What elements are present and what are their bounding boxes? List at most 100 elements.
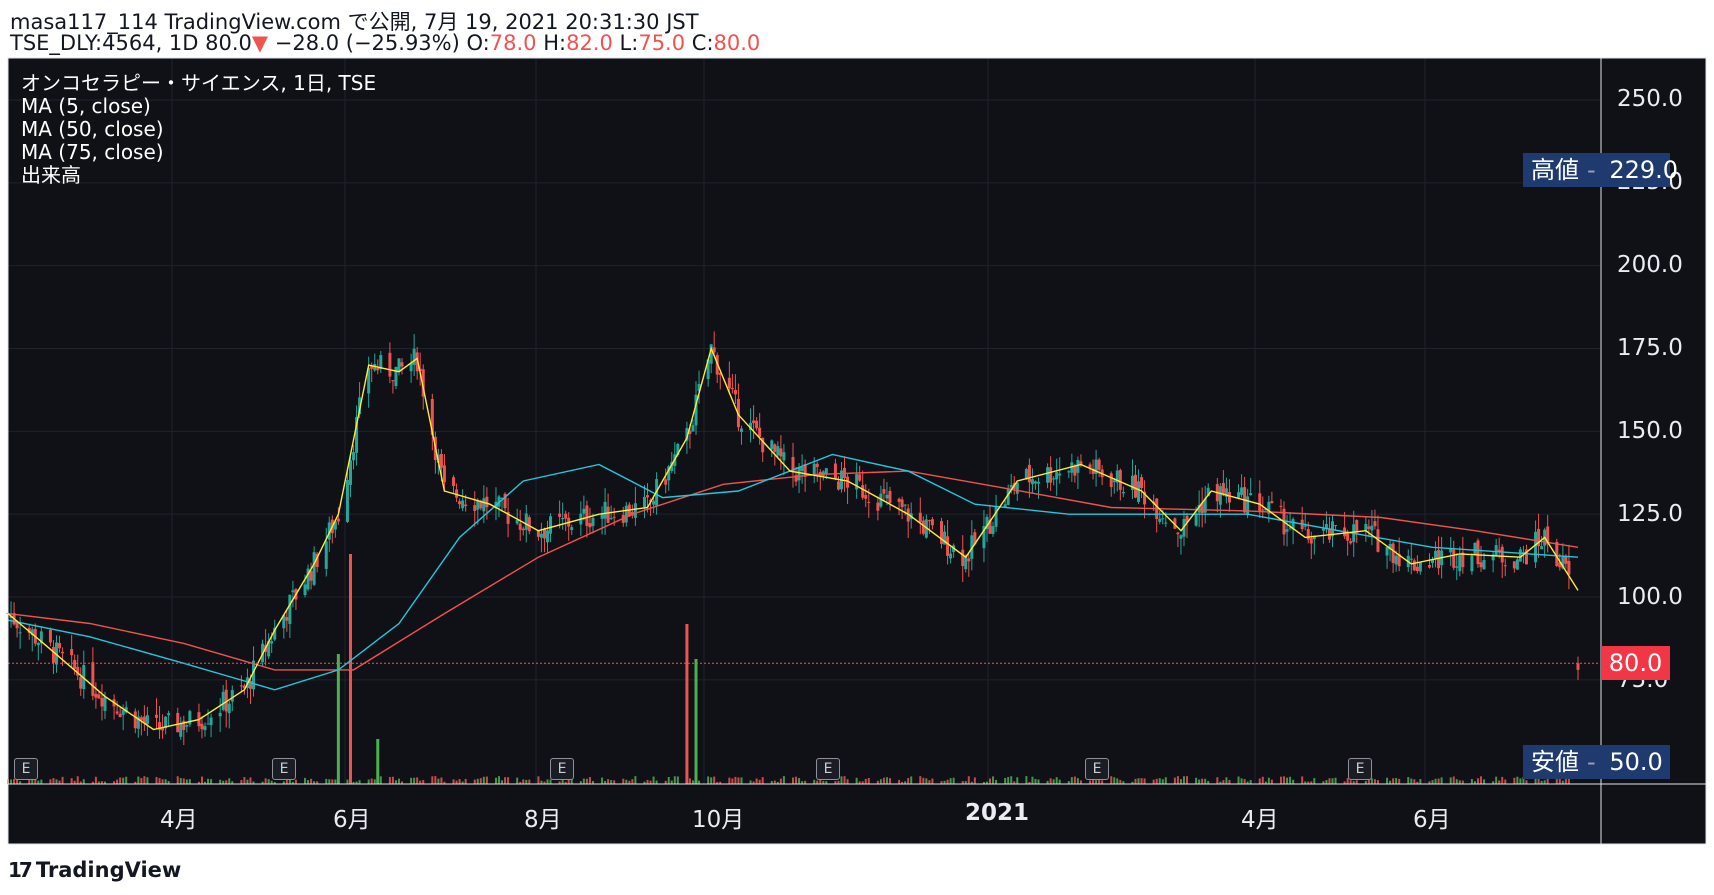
candle-body [833, 463, 837, 479]
earnings-event-marker[interactable]: E [550, 758, 574, 780]
volume-bar [1228, 779, 1231, 784]
candle-body [1470, 555, 1474, 572]
volume-bar [182, 778, 185, 784]
candle-body [1179, 535, 1183, 539]
volume-bar [1440, 777, 1443, 784]
volume-bar [137, 776, 140, 784]
candle-body [218, 712, 222, 717]
candle-body [1067, 471, 1071, 473]
candle-body [770, 440, 774, 450]
candle-body [458, 501, 462, 505]
volume-bar [13, 779, 16, 784]
volume-bar [70, 778, 73, 784]
time-tick: 4月 [1241, 807, 1279, 833]
candle-body [1540, 546, 1544, 550]
candle-body [949, 553, 953, 559]
volume-bar [379, 776, 382, 784]
legend-ma5[interactable]: MA (5, close) [21, 95, 376, 118]
candle-body [439, 454, 443, 468]
volume-bar [1516, 776, 1519, 784]
volume-bar [485, 776, 488, 784]
candle-body [1367, 526, 1371, 529]
candle-body [115, 711, 119, 714]
earnings-event-marker[interactable]: E [272, 758, 296, 780]
volume-bar [731, 778, 734, 784]
legend-volume[interactable]: 出来高 [21, 164, 376, 187]
volume-bar [219, 779, 222, 784]
candle-body [773, 444, 777, 452]
volume-bar [673, 776, 676, 784]
volume-bar [1113, 777, 1116, 784]
candle-body [582, 508, 586, 514]
volume-bar [1095, 780, 1098, 784]
candle-body [779, 448, 783, 457]
candle-body [206, 723, 210, 725]
volume-bar [588, 777, 591, 784]
candle-body [1394, 555, 1398, 565]
candle-body [1218, 486, 1222, 505]
volume-bar [1137, 778, 1140, 784]
volume-bar [1179, 779, 1182, 784]
volume-bar [334, 779, 337, 784]
candle-body [285, 617, 289, 621]
tradingview-logo-icon: 17 [8, 858, 33, 882]
price-tick: 150.0 [1617, 418, 1683, 444]
candle-body [652, 500, 656, 505]
volume-bar [1101, 780, 1104, 784]
volume-bar [710, 777, 713, 784]
volume-spike [685, 624, 689, 784]
candle-body [1015, 482, 1019, 494]
volume-bar [1376, 780, 1379, 784]
candle-body [797, 467, 801, 481]
candle-body [867, 501, 871, 503]
volume-bar [1143, 778, 1146, 784]
candle-body [1249, 493, 1253, 496]
volume-bar [676, 776, 679, 784]
candle-body [1073, 465, 1077, 476]
tradingview-logo[interactable]: 17 TradingView [8, 858, 181, 882]
legend-ma75[interactable]: MA (75, close) [21, 141, 376, 164]
volume-bar [1240, 778, 1243, 784]
volume-bar [1201, 778, 1204, 784]
candle-body [815, 463, 819, 468]
volume-bar [967, 776, 970, 784]
volume-bar [310, 778, 313, 784]
candle-body [270, 641, 274, 644]
volume-bar [792, 777, 794, 784]
earnings-event-marker[interactable]: E [1085, 758, 1109, 780]
candle-body [961, 549, 965, 567]
candle-body [930, 519, 934, 526]
candle-body [1503, 565, 1507, 567]
volume-bar [155, 777, 158, 784]
legend-title[interactable]: オンコセラピー・サイエンス, 1日, TSE [21, 72, 376, 95]
volume-bar [1037, 779, 1040, 784]
volume-bar [507, 777, 510, 784]
volume-bar [1395, 777, 1398, 784]
volume-bar [325, 778, 328, 784]
legend-ma50[interactable]: MA (50, close) [21, 118, 376, 141]
candle-body [1364, 523, 1368, 531]
volume-bar [1110, 776, 1113, 784]
volume-bar [798, 778, 801, 784]
candle-body [882, 489, 886, 494]
volume-bar [634, 776, 637, 784]
volume-bar [740, 777, 743, 784]
candle-body [542, 529, 546, 539]
earnings-event-marker[interactable]: E [1348, 758, 1372, 780]
volume-bar [225, 780, 228, 784]
volume-bar [1049, 778, 1052, 784]
candle-body [1476, 540, 1480, 565]
volume-bar [440, 777, 443, 784]
volume-spike [348, 554, 352, 784]
earnings-event-marker[interactable]: E [14, 758, 38, 780]
last-candle-body [1576, 663, 1580, 670]
candle-body [600, 514, 604, 519]
candle-body [1349, 541, 1353, 544]
volume-bar [737, 777, 740, 784]
candle-body [79, 677, 83, 689]
candle-body [1118, 470, 1122, 490]
volume-bar [1216, 777, 1219, 784]
earnings-event-marker[interactable]: E [816, 758, 840, 780]
candle-body [606, 506, 610, 523]
volume-bar [1195, 777, 1198, 784]
